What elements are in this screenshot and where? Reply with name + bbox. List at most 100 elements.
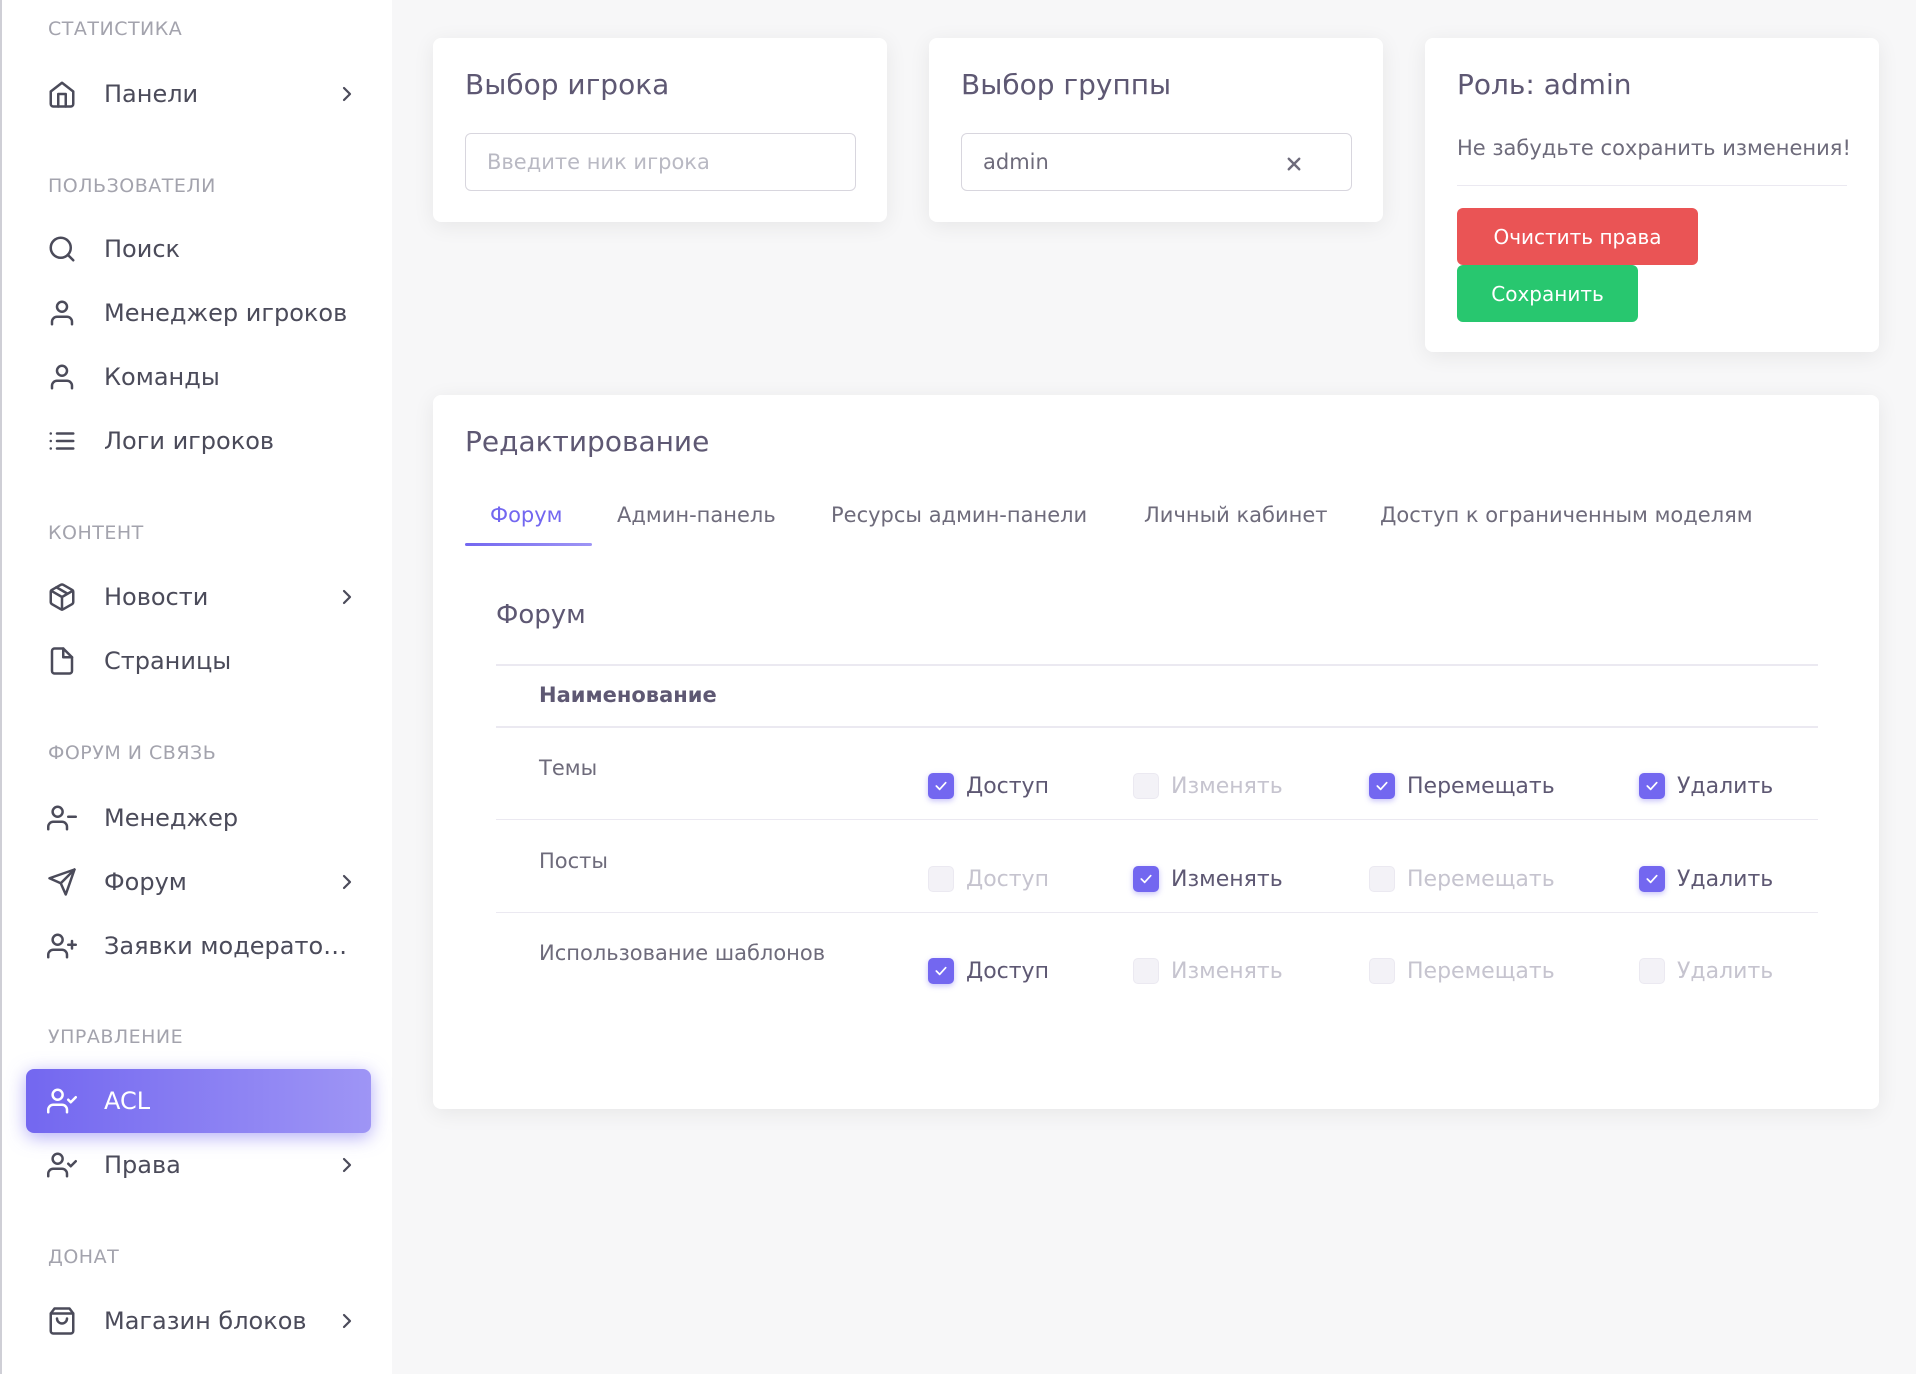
chevron-right-icon — [335, 82, 359, 106]
permission-checkbox[interactable]: Перемещать — [1369, 958, 1555, 984]
sidebar-item-pages[interactable]: Страницы — [26, 629, 371, 693]
checkbox-checked-icon[interactable] — [1369, 773, 1395, 799]
permission-checkbox[interactable]: Перемещать — [1369, 866, 1555, 892]
checkbox-unchecked-icon[interactable] — [1369, 958, 1395, 984]
home-icon — [46, 78, 78, 110]
permission-label: Удалить — [1677, 958, 1774, 984]
checkbox-checked-icon[interactable] — [1133, 866, 1159, 892]
tab-restricted-models[interactable]: Доступ к ограниченным моделям — [1380, 503, 1753, 527]
chevron-right-icon — [335, 1309, 359, 1333]
sidebar-item-teams[interactable]: Команды — [26, 345, 371, 409]
sidebar-item-moderator-requests[interactable]: Заявки модераторов — [26, 914, 371, 978]
group-select-card: Выбор группы admin — [929, 38, 1383, 222]
permission-label: Доступ — [966, 866, 1049, 892]
save-button[interactable]: Сохранить — [1457, 265, 1638, 322]
editor-title: Редактирование — [465, 425, 710, 458]
row-divider — [496, 819, 1818, 820]
sidebar-item-block-shop[interactable]: Магазин блоков — [26, 1289, 371, 1353]
permission-checkbox[interactable]: Доступ — [928, 958, 1049, 984]
permission-label: Доступ — [966, 773, 1049, 799]
send-icon — [46, 866, 78, 898]
user-plus-icon — [46, 930, 78, 962]
permission-label: Перемещать — [1407, 958, 1555, 984]
permission-checkbox[interactable]: Удалить — [1639, 958, 1773, 984]
checkbox-checked-icon[interactable] — [1639, 773, 1665, 799]
permission-checkbox[interactable]: Доступ — [928, 773, 1049, 799]
permission-label: Изменять — [1171, 866, 1283, 892]
checkbox-unchecked-icon[interactable] — [1639, 958, 1665, 984]
tab-personal-cabinet[interactable]: Личный кабинет — [1144, 503, 1328, 527]
sidebar-item-player-logs[interactable]: Логи игроков — [26, 409, 371, 473]
group-select-value: admin — [983, 150, 1049, 174]
permission-checkbox[interactable]: Перемещать — [1369, 773, 1555, 799]
sidebar-item-forum[interactable]: Форум — [26, 850, 371, 914]
permission-label: Изменять — [1171, 773, 1283, 799]
save-reminder: Не забудьте сохранить изменения! — [1457, 136, 1851, 160]
sidebar-item-news[interactable]: Новости — [26, 565, 371, 629]
sidebar-item-label: Заявки модераторов — [104, 932, 349, 960]
shopping-bag-icon — [46, 1305, 78, 1337]
sidebar-item-label: Новости — [104, 583, 209, 611]
sidebar: СТАТИСТИКА Панели ПОЛЬЗОВАТЕЛИ Поиск Мен… — [0, 0, 392, 1374]
permission-checkbox[interactable]: Доступ — [928, 866, 1049, 892]
column-header-name: Наименование — [539, 683, 717, 707]
file-icon — [46, 645, 78, 677]
user-minus-icon — [46, 802, 78, 834]
tab-forum[interactable]: Форум — [490, 503, 563, 527]
list-icon — [46, 425, 78, 457]
sidebar-item-manager[interactable]: Менеджер — [26, 786, 371, 850]
table-top-border — [496, 664, 1818, 666]
section-header-users: ПОЛЬЗОВАТЕЛИ — [48, 175, 216, 197]
sidebar-item-acl[interactable]: ACL — [26, 1069, 371, 1133]
tab-admin-resources[interactable]: Ресурсы админ-панели — [831, 503, 1087, 527]
player-nick-input[interactable] — [465, 133, 856, 191]
checkbox-unchecked-icon[interactable] — [928, 866, 954, 892]
checkbox-unchecked-icon[interactable] — [1133, 773, 1159, 799]
permission-label: Удалить — [1677, 866, 1774, 892]
player-select-card: Выбор игрока — [433, 38, 887, 222]
checkbox-unchecked-icon[interactable] — [1369, 866, 1395, 892]
permission-checkbox[interactable]: Изменять — [1133, 958, 1283, 984]
section-header-management: УПРАВЛЕНИЕ — [48, 1026, 184, 1048]
sidebar-item-search[interactable]: Поиск — [26, 217, 371, 281]
sidebar-item-label: Команды — [104, 363, 220, 391]
group-select[interactable]: admin — [961, 133, 1352, 191]
sidebar-item-label: Форум — [104, 868, 187, 896]
sidebar-item-label: Менеджер игроков — [104, 299, 348, 327]
sidebar-item-rights[interactable]: Права — [26, 1133, 371, 1197]
permission-checkbox[interactable]: Изменять — [1133, 773, 1283, 799]
checkbox-unchecked-icon[interactable] — [1133, 958, 1159, 984]
permission-label: Изменять — [1171, 958, 1283, 984]
tab-admin-panel[interactable]: Админ-панель — [617, 503, 776, 527]
chevron-right-icon — [335, 1153, 359, 1177]
permission-checkbox[interactable]: Изменять — [1133, 866, 1283, 892]
permission-row-name: Использование шаблонов — [539, 941, 826, 965]
checkbox-checked-icon[interactable] — [928, 958, 954, 984]
permission-row-name: Посты — [539, 849, 608, 873]
sidebar-item-player-manager[interactable]: Менеджер игроков — [26, 281, 371, 345]
sidebar-item-label: Права — [104, 1151, 181, 1179]
checkbox-checked-icon[interactable] — [928, 773, 954, 799]
active-tab-indicator — [465, 543, 592, 546]
user-icon — [46, 297, 78, 329]
role-card: Роль: admin Не забудьте сохранить измене… — [1425, 38, 1879, 352]
permission-row-name: Темы — [539, 756, 598, 780]
user-icon — [46, 361, 78, 393]
sidebar-item-panels[interactable]: Панели — [26, 62, 371, 126]
checkbox-checked-icon[interactable] — [1639, 866, 1665, 892]
close-icon[interactable] — [1285, 154, 1303, 172]
chevron-right-icon — [335, 585, 359, 609]
sidebar-item-label: Менеджер — [104, 804, 239, 832]
permission-checkbox[interactable]: Удалить — [1639, 866, 1773, 892]
divider — [1457, 185, 1847, 186]
group-select-title: Выбор группы — [961, 68, 1172, 101]
section-header-donate: ДОНАТ — [48, 1246, 120, 1268]
sidebar-item-label: Панели — [104, 80, 199, 108]
row-divider — [496, 912, 1818, 913]
permission-checkbox[interactable]: Удалить — [1639, 773, 1773, 799]
sidebar-item-label: Поиск — [104, 235, 181, 263]
section-header-forum: ФОРУМ И СВЯЗЬ — [48, 742, 217, 764]
clear-rights-button[interactable]: Очистить права — [1457, 208, 1698, 265]
player-select-title: Выбор игрока — [465, 68, 670, 101]
sidebar-item-label: Страницы — [104, 647, 232, 675]
